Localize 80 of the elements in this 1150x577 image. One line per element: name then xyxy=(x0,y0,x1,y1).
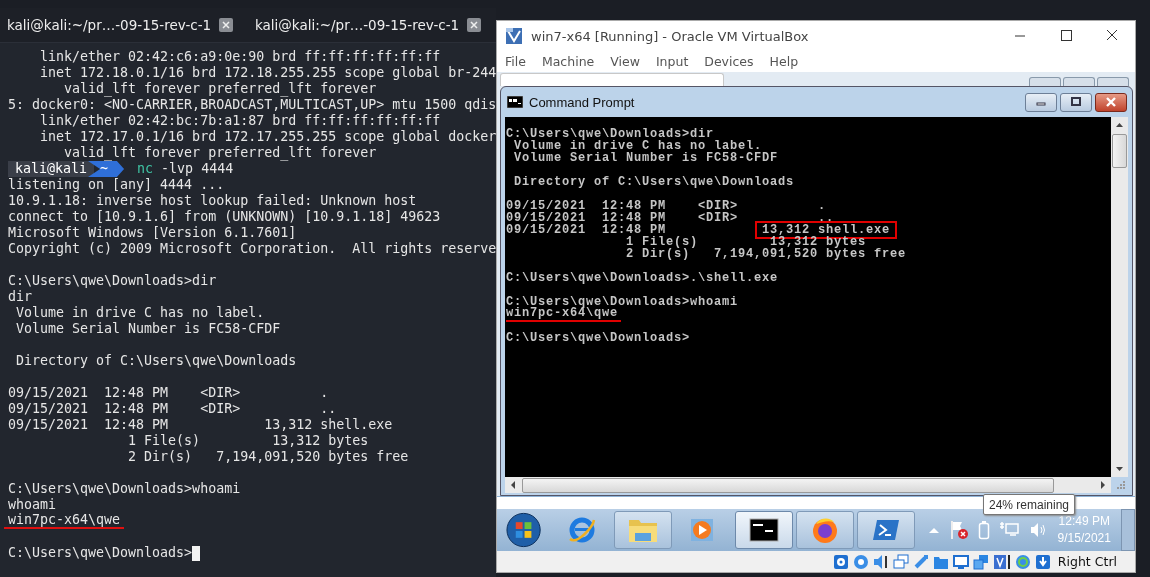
command-text: nc xyxy=(137,161,154,177)
terminal-text: 2 Dir(s) 7,194,091,520 bytes free xyxy=(127,449,409,465)
monitor-icon[interactable] xyxy=(952,553,969,570)
menu-item[interactable]: View xyxy=(610,54,648,70)
minimize-button[interactable] xyxy=(1029,77,1061,87)
window-title: win7-x64 [Running] - Oracle VM VirtualBox xyxy=(531,28,810,44)
close-icon[interactable] xyxy=(219,18,234,32)
console-text: Volume in drive C has no label. xyxy=(514,140,763,153)
console-icon xyxy=(507,96,523,109)
restore-button[interactable] xyxy=(1060,92,1092,112)
terminal-icon xyxy=(749,518,780,543)
horizontal-scrollbar[interactable] xyxy=(505,477,1111,494)
console-text: 09/15/2021 12:48 PM <DIR> . xyxy=(506,200,827,213)
terminal-text: 09/15/2021 12:48 PM 13,312 shell.exe xyxy=(8,417,393,433)
terminal-text: 09/15/2021 12:48 PM <DIR> .. xyxy=(8,401,337,417)
start-button[interactable] xyxy=(505,511,543,550)
close-button[interactable] xyxy=(1097,77,1129,87)
terminal-text: whoami xyxy=(8,497,57,513)
console-text: win7pc-x64\qwe xyxy=(506,306,622,323)
terminal-tab[interactable]: kali@kali:~/pr…-09-15-rev-c-1 xyxy=(255,17,460,33)
terminal-text: Volume Serial Number is FC58-CFDF xyxy=(15,321,281,337)
console-text: C:\Users\qwe\Downloads>dir xyxy=(506,128,715,141)
vertical-scrollbar[interactable] xyxy=(1111,117,1128,478)
terminal-text: connect to [10.9.1.6] from (UNKNOWN) [10.9.1.18] 49623 xyxy=(8,209,441,225)
terminal-text: 1 File(s) 13,312 bytes xyxy=(127,433,369,449)
terminal-text: dir xyxy=(8,289,33,305)
terminal-text: valid_lft forever preferred_lft forever xyxy=(63,81,377,97)
volume-icon[interactable] xyxy=(1029,522,1048,539)
restore-button[interactable] xyxy=(1063,77,1095,87)
console-text: C:\Users\qwe\Downloads>whoami xyxy=(506,296,739,309)
terminal-text: 09/15/2021 12:48 PM <DIR> . xyxy=(8,385,329,401)
host-key-label: Right Ctrl xyxy=(1057,554,1117,570)
terminal-text: 10.9.1.18: inverse host lookup failed: Unknown host xyxy=(8,193,417,209)
terminal-text: Microsoft Windows [Version 6.1.7601] xyxy=(8,225,297,241)
console-text: Volume Serial Number is FC58-CFDF xyxy=(513,152,779,165)
terminal-text: C:\Users\qwe\Downloads>dir xyxy=(8,273,217,289)
menu-item[interactable]: Machine xyxy=(541,54,603,70)
show-desktop-button[interactable] xyxy=(1120,509,1135,552)
v-badge-icon[interactable] xyxy=(992,553,1011,570)
restore-icon xyxy=(1070,97,1082,108)
terminal-text: -lvp 4444 xyxy=(160,161,234,177)
console-text: C:\Users\qwe\Downloads> xyxy=(506,332,691,345)
close-button[interactable] xyxy=(1095,92,1127,112)
terminal-text: C:\Users\qwe\Downloads> xyxy=(8,545,193,561)
terminal-text: win7pc-x64\qwe xyxy=(4,513,125,529)
speaker-icon[interactable] xyxy=(872,553,889,570)
flag-icon[interactable] xyxy=(949,520,968,541)
terminal-text: Copyright (c) 2009 Microsoft Corporation. All rights reserve xyxy=(8,241,497,257)
terminal-tab[interactable]: kali@kali:~/pr…-09-15-rev-c-1 xyxy=(7,17,212,33)
terminal-text: listening on [any] 4444 ... xyxy=(8,177,225,193)
terminal-text: link/ether 02:42:bc:7b:a1:87 brd ff:ff:ff:ff:ff:ff xyxy=(39,113,441,129)
scroll-thumb[interactable] xyxy=(1112,134,1127,169)
window-title: Command Prompt xyxy=(529,94,636,110)
taskbar-button[interactable] xyxy=(735,511,794,550)
terminal-text: inet 172.18.0.1/16 brd 172.18.255.255 scope global br-244 xyxy=(39,65,497,81)
menu-item[interactable]: Input xyxy=(655,54,697,70)
battery-icon[interactable] xyxy=(977,520,990,541)
screens-icon[interactable] xyxy=(972,553,989,570)
terminal-text: link/ether 02:42:c6:a9:0e:90 brd ff:ff:ff:ff:ff:ff xyxy=(39,49,441,65)
terminal-text: C:\Users\qwe\Downloads>whoami xyxy=(8,481,241,497)
console-text: C:\Users\qwe\Downloads>.\shell.exe xyxy=(506,272,779,285)
terminal-text: Volume in drive C has no label. xyxy=(15,305,265,321)
terminal-text: valid_lft forever preferred_lft forever xyxy=(63,145,377,161)
close-icon xyxy=(1105,97,1117,108)
prompt-user: kali@kali xyxy=(8,161,95,177)
terminal-text: inet 172.17.0.1/16 brd 172.17.255.255 scope global docker xyxy=(39,129,497,145)
show-hidden-icons-icon[interactable] xyxy=(927,526,940,535)
menu-item[interactable]: Help xyxy=(769,54,807,70)
menu-item[interactable]: Devices xyxy=(704,54,762,70)
console-text: Directory of C:\Users\qwe\Downloads xyxy=(513,176,795,189)
tooltip: 24% remaining xyxy=(983,494,1076,516)
close-icon[interactable] xyxy=(467,18,482,32)
terminal-text: 5: docker0: <NO-CARRIER,BROADCAST,MULTICAST,UP> mtu 1500 qdis xyxy=(8,97,497,113)
terminal-text: Directory of C:\Users\qwe\Downloads xyxy=(15,353,297,369)
download-icon[interactable] xyxy=(1034,553,1051,570)
console-text: 09/15/2021 12:48 PM xyxy=(506,224,667,237)
menu-item[interactable]: File xyxy=(505,54,534,70)
scroll-thumb[interactable] xyxy=(522,477,1054,493)
app-icon xyxy=(505,27,523,45)
console-text: 2 Dir(s) 7,194,091,520 bytes free xyxy=(625,248,907,261)
